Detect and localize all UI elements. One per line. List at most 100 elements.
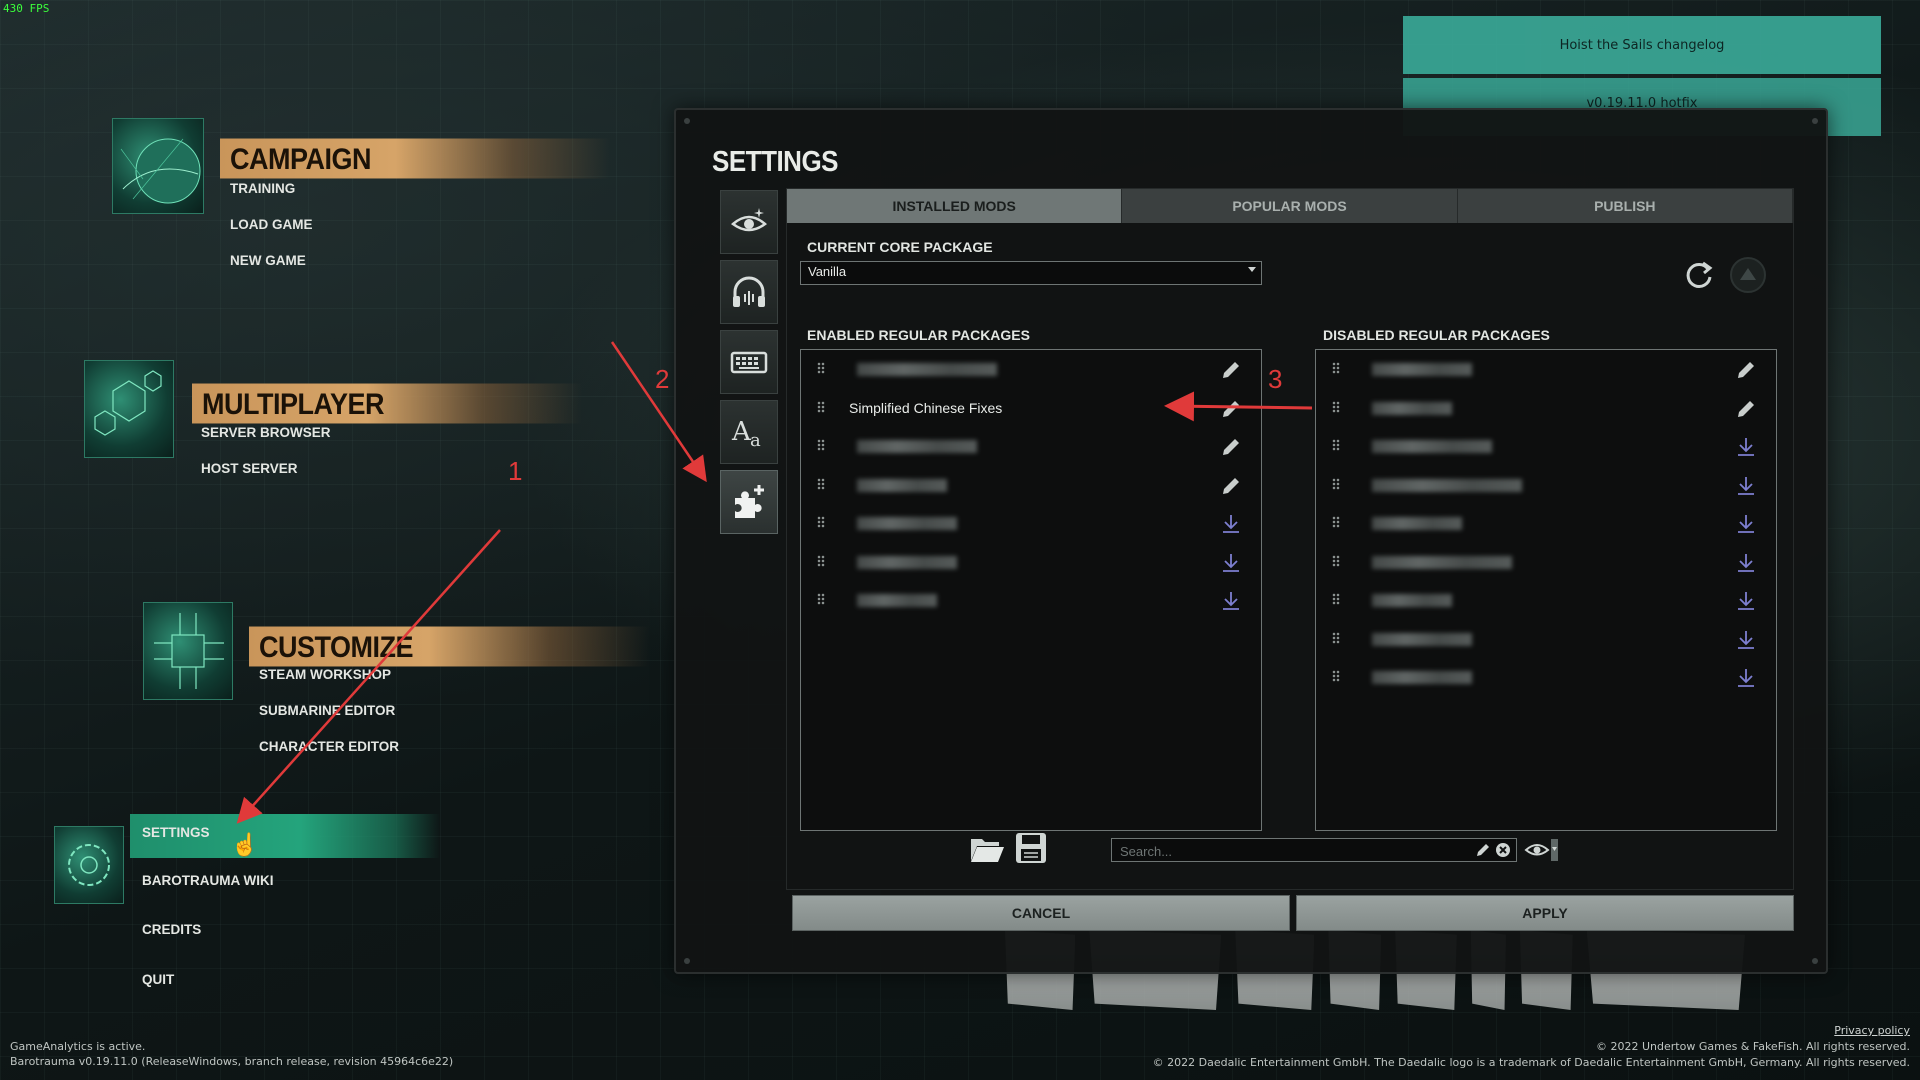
- redacted-package-name: [857, 440, 977, 453]
- menu-submarine-editor[interactable]: SUBMARINE EDITOR: [259, 703, 395, 718]
- disabled-packages-label: DISABLED REGULAR PACKAGES: [1323, 327, 1550, 343]
- drag-handle-icon[interactable]: [817, 554, 825, 567]
- download-icon[interactable]: [1734, 551, 1758, 575]
- tab-installed-mods[interactable]: INSTALLED MODS: [787, 189, 1123, 223]
- drag-handle-icon[interactable]: [1332, 670, 1340, 682]
- package-row[interactable]: [1316, 431, 1776, 461]
- redacted-package-name: [857, 594, 937, 607]
- package-row[interactable]: [1316, 662, 1776, 692]
- tab-language[interactable]: Aa: [720, 400, 778, 464]
- download-icon[interactable]: [1734, 435, 1758, 459]
- core-package-dropdown[interactable]: Vanilla: [800, 261, 1262, 285]
- tab-graphics[interactable]: [720, 190, 778, 254]
- package-row[interactable]: [801, 354, 1261, 384]
- open-folder-button[interactable]: [968, 829, 1006, 867]
- menu-character-editor[interactable]: CHARACTER EDITOR: [259, 739, 399, 754]
- menu-training[interactable]: TRAINING: [230, 181, 295, 196]
- drag-handle-icon[interactable]: [817, 516, 825, 528]
- edit-icon[interactable]: [1219, 358, 1243, 382]
- tab-publish[interactable]: PUBLISH: [1457, 189, 1793, 223]
- pencil-icon[interactable]: [1474, 841, 1492, 859]
- menu-quit[interactable]: QUIT: [142, 972, 174, 987]
- eye-filter-icon: [1524, 839, 1558, 861]
- menu-host-server[interactable]: HOST SERVER: [201, 461, 298, 476]
- tab-popular-mods[interactable]: POPULAR MODS: [1122, 189, 1458, 223]
- package-row[interactable]: [801, 470, 1261, 500]
- campaign-title: CAMPAIGN: [220, 138, 610, 179]
- menu-barotrauma-wiki[interactable]: BAROTRAUMA WIKI: [142, 873, 273, 888]
- package-row[interactable]: [1316, 624, 1776, 654]
- keyboard-icon: [730, 351, 768, 374]
- menu-credits[interactable]: CREDITS: [142, 922, 201, 937]
- download-icon[interactable]: [1734, 589, 1758, 613]
- drag-handle-icon[interactable]: [1332, 593, 1340, 605]
- font-icon: Aa: [731, 417, 761, 451]
- download-icon[interactable]: [1219, 551, 1243, 575]
- chevron-down-icon: [1248, 267, 1256, 272]
- download-icon[interactable]: [1734, 628, 1758, 652]
- download-icon[interactable]: [1219, 589, 1243, 613]
- package-row[interactable]: [1316, 508, 1776, 538]
- privacy-policy-link[interactable]: Privacy policy: [1834, 1024, 1910, 1037]
- enabled-packages-list[interactable]: Simplified Chinese Fixes: [800, 349, 1262, 831]
- edit-icon[interactable]: [1219, 474, 1243, 498]
- drag-handle-icon[interactable]: [817, 439, 825, 451]
- visibility-filter-button[interactable]: [1524, 837, 1560, 863]
- annotation-1: 1: [508, 456, 523, 486]
- drag-handle-icon[interactable]: [1332, 400, 1340, 413]
- redacted-package-name: [1372, 363, 1472, 376]
- search-input[interactable]: [1118, 841, 1462, 861]
- download-icon[interactable]: [1734, 512, 1758, 536]
- menu-server-browser[interactable]: SERVER BROWSER: [201, 425, 331, 440]
- apply-button[interactable]: APPLY: [1296, 895, 1794, 931]
- tab-controls[interactable]: [720, 330, 778, 394]
- disabled-packages-list[interactable]: [1315, 349, 1777, 831]
- redacted-package-name: [857, 555, 957, 569]
- drag-handle-icon[interactable]: [817, 362, 825, 374]
- package-row[interactable]: Simplified Chinese Fixes: [801, 393, 1261, 423]
- package-row[interactable]: [801, 547, 1261, 577]
- download-icon[interactable]: [1734, 666, 1758, 690]
- menu-settings[interactable]: SETTINGS: [142, 825, 210, 840]
- changelog-button[interactable]: Hoist the Sails changelog: [1403, 16, 1881, 74]
- drag-handle-icon[interactable]: [1332, 477, 1340, 490]
- edit-icon[interactable]: [1219, 435, 1243, 459]
- drag-handle-icon[interactable]: [817, 400, 825, 413]
- package-row[interactable]: [801, 431, 1261, 461]
- package-row[interactable]: [801, 585, 1261, 615]
- upload-button[interactable]: [1730, 257, 1766, 293]
- redacted-package-name: [857, 363, 997, 376]
- download-icon[interactable]: [1219, 512, 1243, 536]
- save-preset-button[interactable]: [1012, 829, 1050, 867]
- edit-icon[interactable]: [1734, 397, 1758, 421]
- drag-handle-icon[interactable]: [1332, 631, 1340, 644]
- drag-handle-icon[interactable]: [1332, 554, 1340, 567]
- edit-icon[interactable]: [1734, 358, 1758, 382]
- drag-handle-icon[interactable]: [1332, 516, 1340, 528]
- menu-steam-workshop[interactable]: STEAM WORKSHOP: [259, 667, 391, 682]
- package-row[interactable]: [1316, 354, 1776, 384]
- package-row[interactable]: [1316, 547, 1776, 577]
- tab-mods[interactable]: [720, 470, 778, 534]
- package-row[interactable]: [1316, 585, 1776, 615]
- cancel-button[interactable]: CANCEL: [792, 895, 1290, 931]
- tab-audio[interactable]: [720, 260, 778, 324]
- redacted-package-name: [1372, 517, 1462, 530]
- drag-handle-icon[interactable]: [1332, 362, 1340, 374]
- menu-new-game[interactable]: NEW GAME: [230, 253, 306, 268]
- drag-handle-icon[interactable]: [817, 593, 825, 605]
- menu-load-game[interactable]: LOAD GAME: [230, 217, 313, 232]
- settings-title: SETTINGS: [712, 144, 839, 178]
- edit-icon[interactable]: [1219, 397, 1243, 421]
- package-row[interactable]: [801, 508, 1261, 538]
- download-icon[interactable]: [1734, 474, 1758, 498]
- drag-handle-icon[interactable]: [1332, 439, 1340, 451]
- refresh-button[interactable]: [1681, 257, 1717, 293]
- package-row[interactable]: [1316, 470, 1776, 500]
- campaign-icon: [112, 118, 204, 214]
- refresh-icon: [1686, 261, 1713, 288]
- package-row[interactable]: [1316, 393, 1776, 423]
- eye-icon: [731, 208, 767, 232]
- clear-search-icon[interactable]: [1494, 841, 1512, 859]
- drag-handle-icon[interactable]: [817, 477, 825, 490]
